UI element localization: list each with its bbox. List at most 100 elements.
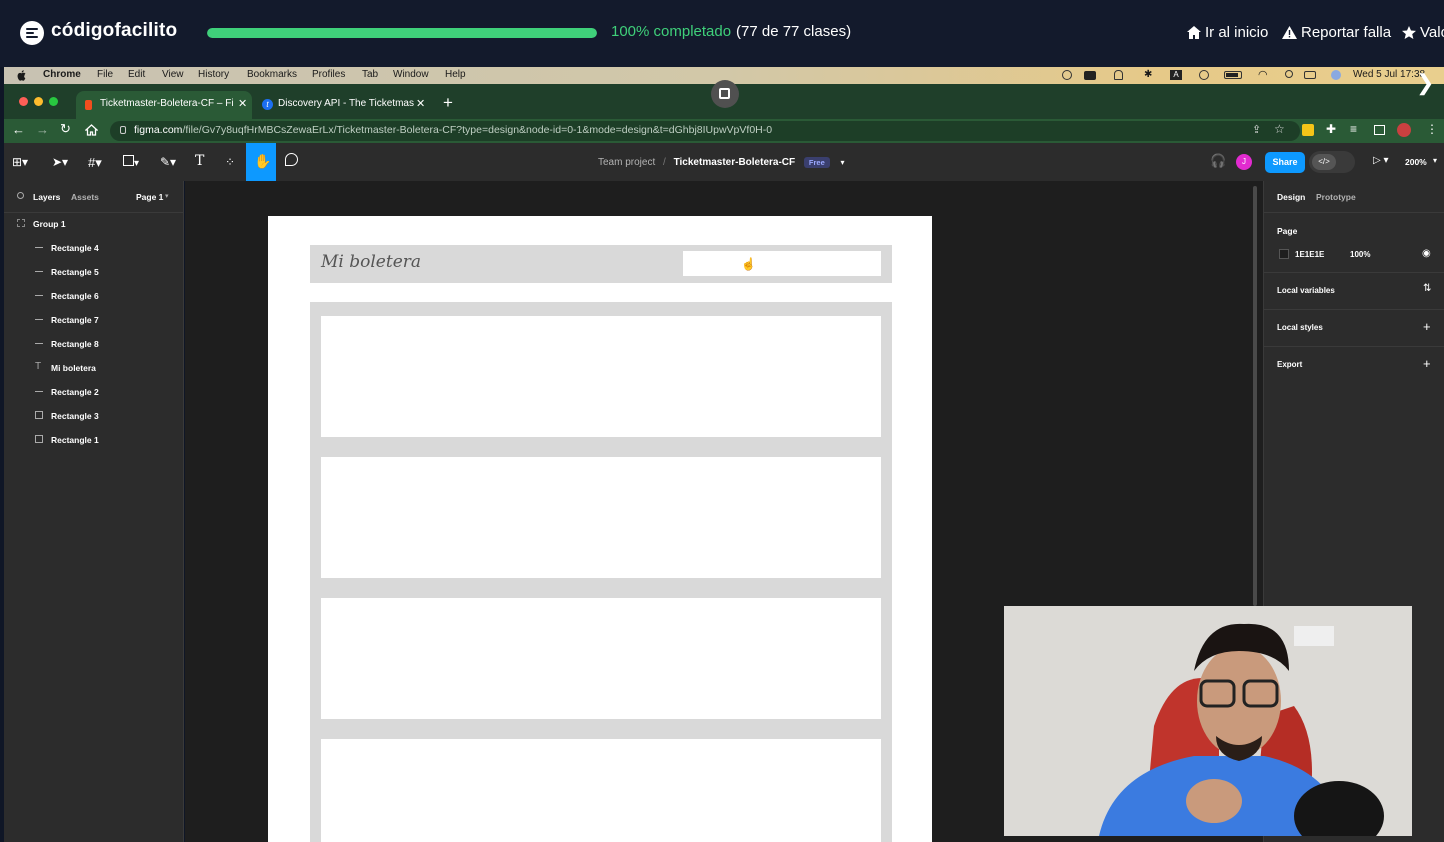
report-issue-link[interactable]: Reportar falla [1282,24,1391,41]
search-layers-icon[interactable] [17,192,24,199]
extension-notes-icon[interactable] [1302,124,1314,136]
profile-avatar-icon[interactable] [1397,123,1411,137]
menu-history[interactable]: History [198,69,229,80]
layer-item[interactable]: Group 1 [4,212,184,236]
comment-tool-icon[interactable] [285,153,298,166]
spotlight-search-icon[interactable] [1285,70,1293,78]
menu-window[interactable]: Window [393,69,429,80]
menu-file[interactable]: File [97,69,113,80]
layer-item[interactable]: Rectangle 3 [4,404,184,428]
file-breadcrumb[interactable]: Team project / Ticketmaster-Boletera-CF … [598,157,845,168]
design-frame[interactable]: Mi boletera ☝ [268,216,932,842]
tab-prototype[interactable]: Prototype [1316,192,1356,202]
tab-discovery-api[interactable]: t Discovery API - The Ticketmas ✕ [254,91,434,119]
menu-edit[interactable]: Edit [128,69,145,80]
headphones-icon[interactable] [1114,70,1123,80]
rate-link[interactable]: Valo [1402,24,1444,41]
page-selector-chevron-icon[interactable]: ▾ [165,192,169,200]
chrome-menu-icon[interactable]: ⋮ [1426,122,1438,136]
reading-list-icon[interactable]: ≡ [1350,122,1357,136]
home-link[interactable]: Ir al inicio [1187,24,1268,41]
bluetooth-icon[interactable]: ✱ [1144,69,1152,80]
status-disk-icon[interactable] [1062,70,1072,80]
dev-mode-toggle[interactable]: </> [1309,151,1355,173]
move-tool-icon[interactable]: ➤▾ [52,155,68,169]
card-list-background[interactable] [310,302,892,842]
avatar[interactable]: J [1236,154,1252,170]
tab-close-icon[interactable]: ✕ [416,97,425,110]
apple-icon[interactable] [17,70,26,81]
codigofacilito-logo-icon[interactable] [20,21,44,45]
tab-assets[interactable]: Assets [71,192,99,202]
header-rectangle[interactable]: Mi boletera ☝ [310,245,892,283]
resources-tool-icon[interactable]: ⁘ [225,155,235,169]
layer-item[interactable]: Rectangle 7 [4,308,184,332]
page-selector[interactable]: Page 1 [136,192,163,202]
page-color-value[interactable]: 1E1E1E [1295,250,1324,259]
window-close-icon[interactable] [19,97,28,106]
shape-tool-icon[interactable]: ▾ [123,155,139,169]
tab-close-icon[interactable]: ✕ [238,97,247,110]
siri-icon[interactable] [1331,70,1341,80]
control-center-icon[interactable] [1304,71,1316,79]
frame-tool-icon[interactable]: #▾ [88,155,102,171]
battery-icon[interactable] [1224,71,1242,79]
team-project-label[interactable]: Team project [598,157,655,168]
file-menu-chevron-icon[interactable]: ▾ [841,158,845,167]
layer-item[interactable]: T Mi boletera [4,356,184,380]
next-lesson-chevron-icon[interactable]: ❯ [1416,70,1444,110]
file-name[interactable]: Ticketmaster-Boletera-CF [674,157,796,168]
menu-view[interactable]: View [162,69,184,80]
card-rectangle[interactable] [321,739,881,842]
bookmark-star-icon[interactable]: ☆ [1274,122,1285,136]
window-zoom-icon[interactable] [49,97,58,106]
add-export-icon[interactable]: + [1423,356,1431,371]
zoom-level[interactable]: 200% [1405,157,1427,167]
tab-figma-file[interactable]: Ticketmaster-Boletera-CF – Fi ✕ [76,91,252,119]
menu-help[interactable]: Help [445,69,466,80]
card-rectangle[interactable] [321,598,881,719]
page-color-swatch[interactable] [1279,249,1289,259]
share-page-icon[interactable]: ⇪ [1252,123,1261,136]
wifi-icon[interactable]: ◠ [1258,68,1268,81]
menubar-clock[interactable]: Wed 5 Jul 17:38 [1353,69,1425,80]
variables-settings-icon[interactable]: ⇅ [1423,283,1431,294]
add-style-icon[interactable]: + [1423,319,1431,334]
figma-main-menu-icon[interactable]: ⊞▾ [12,155,28,169]
headphones-icon[interactable]: 🎧 [1210,153,1226,169]
header-title-text[interactable]: Mi boletera [321,252,421,272]
layer-item[interactable]: Rectangle 6 [4,284,184,308]
menu-tab[interactable]: Tab [362,69,378,80]
reload-icon[interactable]: ↻ [60,121,71,137]
lock-icon[interactable] [120,126,126,134]
home-button-icon[interactable] [85,124,98,136]
card-rectangle[interactable] [321,457,881,578]
forward-arrow-icon[interactable]: → [36,122,49,137]
input-source-icon[interactable]: A [1170,70,1182,80]
side-panel-icon[interactable] [1374,125,1385,135]
status-messages-icon[interactable] [1084,71,1096,80]
zoom-chevron-icon[interactable]: ▾ [1433,156,1437,165]
layer-item[interactable]: Rectangle 1 [4,428,184,452]
picture-in-picture-icon[interactable] [711,80,739,108]
layer-item[interactable]: Rectangle 4 [4,236,184,260]
hand-tool-button[interactable]: ✋ [246,143,276,181]
page-opacity-value[interactable]: 100% [1350,250,1370,259]
pen-tool-icon[interactable]: ✎▾ [160,155,176,169]
menu-profiles[interactable]: Profiles [312,69,345,80]
play-status-icon[interactable] [1199,70,1209,80]
back-arrow-icon[interactable]: ← [12,122,25,137]
new-tab-icon[interactable]: + [443,93,453,113]
layer-item[interactable]: Rectangle 5 [4,260,184,284]
menu-bookmarks[interactable]: Bookmarks [247,69,297,80]
tab-design[interactable]: Design [1277,192,1305,202]
share-button[interactable]: Share [1265,152,1305,173]
extensions-puzzle-icon[interactable]: ✚ [1326,122,1336,136]
layer-item[interactable]: Rectangle 8 [4,332,184,356]
window-minimize-icon[interactable] [34,97,43,106]
address-bar[interactable]: figma.com/file/Gv7y8uqfHrMBCsZewaErLx/Ti… [110,121,1300,141]
menu-app-chrome[interactable]: Chrome [43,69,81,80]
brand-name[interactable]: códigofacilito [51,20,177,42]
card-rectangle[interactable] [321,316,881,437]
present-play-icon[interactable]: ▷ ▾ [1373,155,1389,166]
